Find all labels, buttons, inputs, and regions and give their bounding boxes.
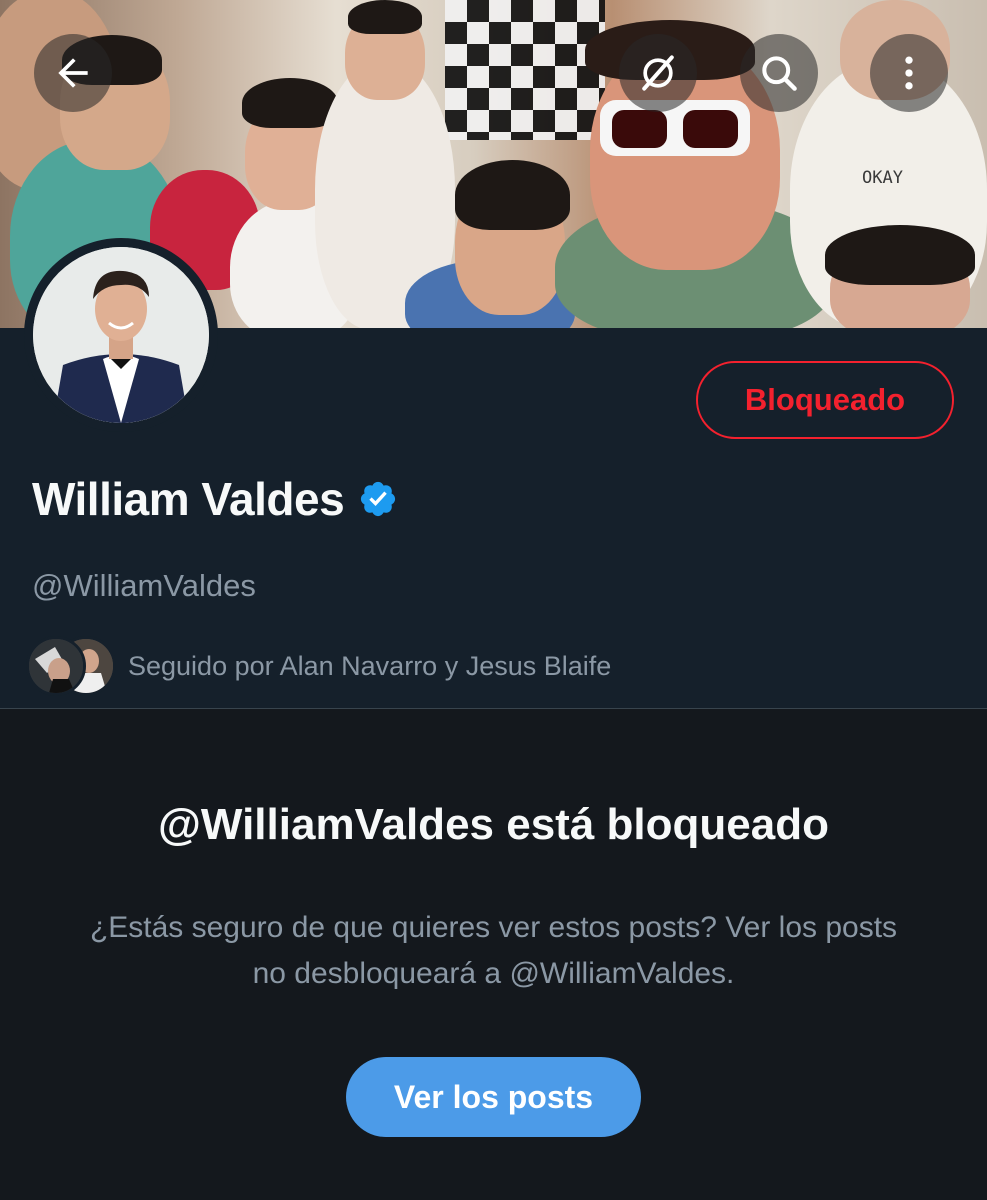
blocked-notice-description: ¿Estás seguro de que quieres ver estos p…: [89, 911, 898, 990]
banner-checker-pattern: [445, 0, 605, 140]
search-icon: [762, 56, 797, 91]
blocked-button[interactable]: Bloqueado: [696, 361, 954, 439]
grok-slash-icon: [642, 55, 674, 91]
grok-button[interactable]: [619, 34, 697, 112]
more-options-button[interactable]: [870, 34, 948, 112]
display-name: William Valdes: [32, 473, 345, 525]
followed-by-row[interactable]: Seguido por Alan Navarro y Jesus Blaife: [26, 634, 611, 698]
banner-sunglasses: [612, 110, 667, 148]
follower-avatar-image: [29, 639, 83, 693]
banner-figure: [825, 225, 975, 285]
profile-page: OKAY Bloqueado William Valdes @WilliamVa…: [0, 0, 987, 1200]
banner-shirt-text: OKAY: [862, 168, 903, 188]
back-button[interactable]: [34, 34, 112, 112]
followed-by-text: Seguido por Alan Navarro y Jesus Blaife: [128, 650, 612, 681]
search-button[interactable]: [740, 34, 818, 112]
banner-figure: [455, 160, 570, 230]
follower-avatar: [26, 636, 86, 696]
verified-badge-icon[interactable]: [358, 479, 398, 519]
more-vertical-icon: [905, 56, 913, 90]
profile-avatar[interactable]: [24, 238, 218, 432]
avatar-photo: [33, 247, 209, 423]
arrow-left-icon: [58, 58, 88, 88]
banner-figure: [348, 0, 422, 34]
banner-figure: [242, 78, 338, 128]
view-posts-button[interactable]: Ver los posts: [346, 1057, 641, 1137]
profile-name-row: William Valdes: [32, 472, 398, 526]
profile-handle: @WilliamValdes: [32, 568, 256, 603]
avatar-portrait: [33, 247, 209, 423]
blocked-notice-title: @WilliamValdes está bloqueado: [158, 800, 829, 849]
banner-sunglasses: [683, 110, 738, 148]
